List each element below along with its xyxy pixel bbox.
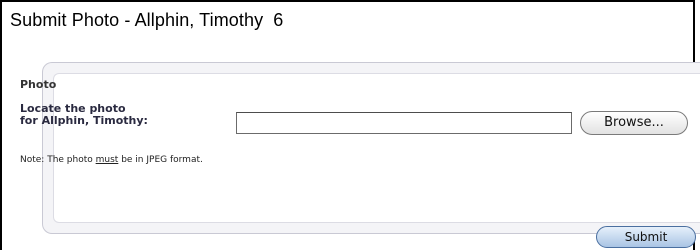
note-suffix: be in JPEG format. xyxy=(118,155,203,165)
jpeg-format-note: Note: The photo must be in JPEG format. xyxy=(20,155,203,165)
submit-button[interactable]: Submit xyxy=(596,226,696,248)
photo-panel xyxy=(42,62,700,234)
locate-label-line2: for Allphin, Timothy: xyxy=(20,114,148,127)
page-title: Submit Photo - Allphin, Timothy 6 xyxy=(10,10,283,31)
locate-photo-label: Locate the photo for Allphin, Timothy: xyxy=(20,103,220,127)
page-title-text: Submit Photo - Allphin, Timothy xyxy=(10,10,264,30)
photo-file-path-input[interactable] xyxy=(236,112,572,134)
window-frame: Submit Photo - Allphin, Timothy 6 Photo L… xyxy=(0,0,700,250)
page-title-number: 6 xyxy=(273,10,284,30)
browse-button[interactable]: Browse... xyxy=(580,111,688,135)
photo-section-heading: Photo xyxy=(20,78,57,91)
note-emphasis: must xyxy=(95,155,119,165)
photo-panel-inner xyxy=(53,73,700,223)
note-prefix: Note: The photo xyxy=(20,155,96,165)
